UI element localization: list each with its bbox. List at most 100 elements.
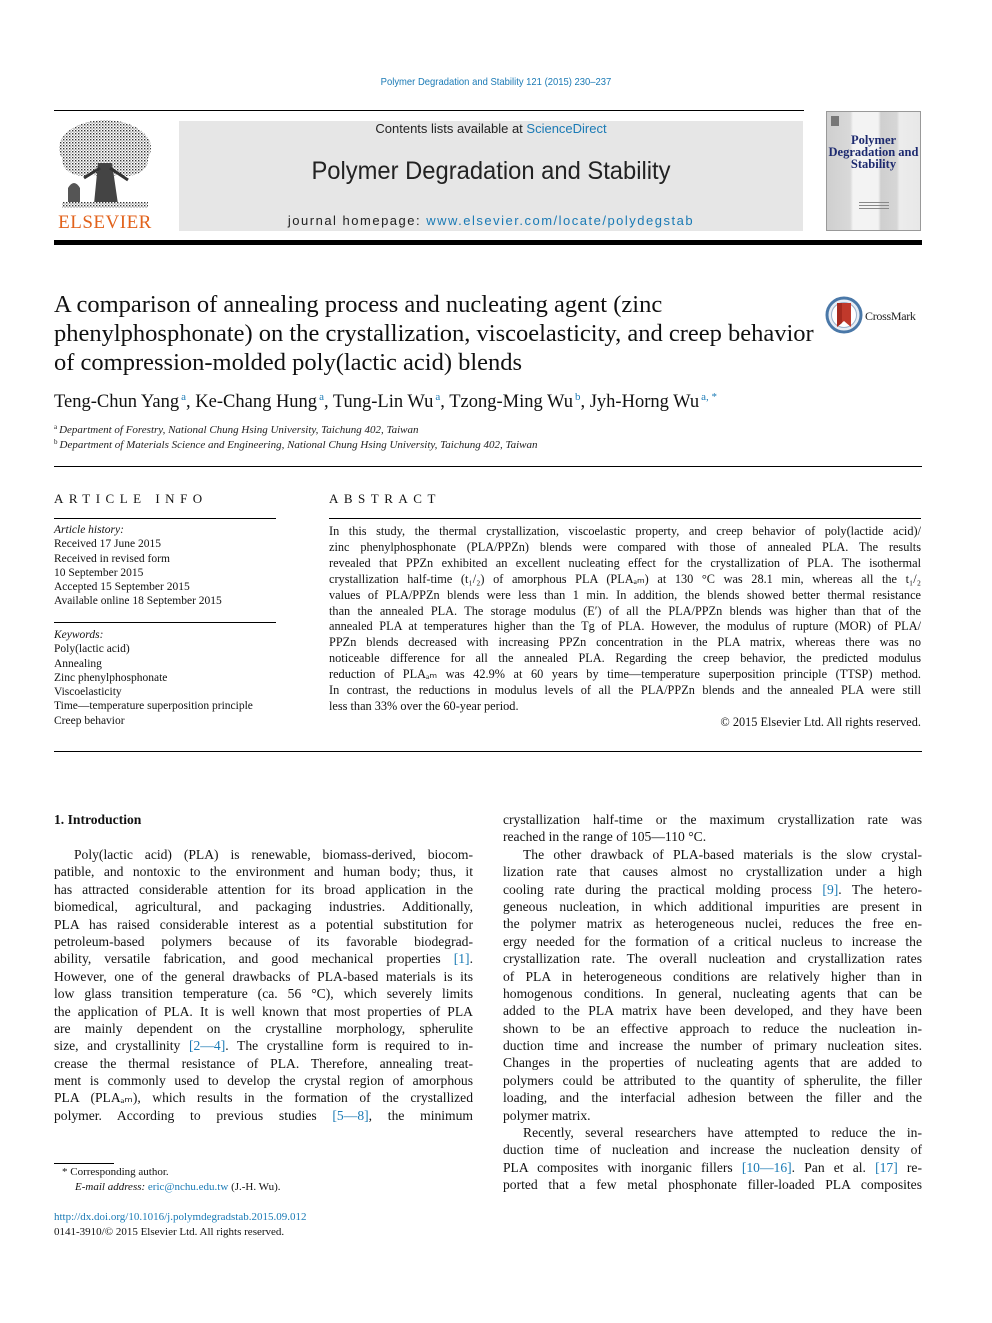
crossmark-label: CrossMark	[865, 309, 916, 323]
body-line: the application of PLA. It is well known…	[54, 1003, 473, 1019]
abstract-line: less than 33% over the 60-year period.	[329, 698, 519, 713]
history-item: 10 September 2015	[54, 566, 144, 579]
author[interactable]: Tzong-Ming Wu b	[449, 391, 581, 412]
header-thick-rule	[54, 240, 922, 245]
abstract-line: In contrast, the reductions in modulus l…	[329, 683, 921, 698]
abstract-body: In this study, the thermal crystallizati…	[329, 524, 921, 715]
crossmark-icon	[825, 296, 863, 334]
author[interactable]: Tung-Lin Wu a	[332, 391, 440, 412]
body-line: duction time of nucleation and increase …	[503, 1142, 922, 1158]
abstract-heading: ABSTRACT	[329, 491, 441, 506]
abstract-line: PPZn blends decreased with increasing PP…	[329, 635, 921, 650]
author-name: Ke-Chang Hung	[195, 392, 318, 412]
doi-link[interactable]: http://dx.doi.org/10.1016/j.polymdegrads…	[54, 1211, 306, 1223]
keywords: Keywords: Poly(lactic acid) Annealing Zi…	[54, 628, 284, 728]
affiliation-rule	[54, 466, 922, 467]
keyword: Poly(lactic acid)	[54, 643, 130, 656]
abstract-end-rule	[54, 751, 922, 752]
body-line: cooling rate during the practical moldin…	[503, 881, 923, 897]
abstract-line: reduction of PLAₐₘ was 42.9% at 60 years…	[329, 667, 921, 682]
history-label: Article history:	[54, 524, 124, 536]
affiliation-marker[interactable]: a	[319, 391, 324, 403]
abstract-line: noticeable difference for all the anneal…	[329, 651, 921, 666]
cover-title: Polymer Degradation and Stability	[828, 133, 919, 171]
affiliation-marker[interactable]: a, *	[701, 391, 717, 403]
elsevier-logo[interactable]: ELSEVIER	[54, 118, 156, 234]
body-line: Changes in the properties of nucleating …	[503, 1055, 922, 1071]
body-line: the polymer matrix as heterogeneous nucl…	[503, 916, 922, 932]
body-line: reached in the range of 105—110 °C.	[503, 829, 707, 845]
keyword: Zinc phenylphosphonate	[54, 671, 168, 684]
affiliation-marker[interactable]: a	[181, 391, 186, 403]
body-line: size, and crystallinity [2—4]. The cryst…	[54, 1038, 473, 1054]
contents-line: Contents lists available at ScienceDirec…	[179, 121, 803, 136]
article-info-rule	[54, 518, 276, 519]
abstract-rule	[329, 518, 921, 519]
body-line: loading, and the interfacial adhesion be…	[503, 1090, 922, 1106]
history-item: Received 17 June 2015	[54, 538, 161, 551]
keyword: Annealing	[54, 657, 102, 670]
citation-link[interactable]: [10—16]	[742, 1160, 792, 1175]
citation-link[interactable]: [17]	[875, 1160, 898, 1175]
body-line: crystallization half-time or the maximum…	[503, 812, 922, 827]
keyword: Creep behavior	[54, 714, 125, 727]
author[interactable]: Jyh-Horng Wu a, *	[589, 391, 717, 412]
author-name: Tung-Lin Wu	[332, 392, 434, 412]
homepage-link[interactable]: www.elsevier.com/locate/polydegstab	[426, 213, 694, 228]
body-line: crease the thermal resistance of PLA. Th…	[54, 1055, 473, 1071]
body-line: PLA has raised considerable interest as …	[54, 916, 473, 932]
body-line: patible, and nontoxic to the environment…	[54, 864, 473, 880]
body-line: ergy needed for the formation of a criti…	[503, 933, 922, 949]
cover-logo-icon	[831, 116, 839, 126]
header-top-rule	[54, 110, 804, 111]
journal-reference[interactable]: Polymer Degradation and Stability 121 (2…	[50, 76, 943, 88]
abstract-line: crystallization half-time (t₁/₂) of amor…	[329, 571, 921, 586]
body-line: geneous nucleation, in which additional …	[503, 898, 922, 914]
homepage-line: journal homepage: www.elsevier.com/locat…	[179, 213, 803, 228]
body-line: homogenous conditions. In general, nucle…	[503, 985, 922, 1001]
footnote-rule	[54, 1163, 114, 1164]
body-line: ported that a few metal phosphonate fill…	[503, 1177, 922, 1193]
abstract-line: zinc phenylphosphonate (PLA/PPZn) blends…	[329, 539, 921, 554]
homepage-prefix: journal homepage:	[287, 213, 427, 228]
history-item: Available online 18 September 2015	[54, 595, 222, 608]
body-line: duction time and increase the number of …	[503, 1038, 922, 1054]
affiliation-marker[interactable]: a	[435, 391, 440, 403]
body-line: lization rate that causes almost no crys…	[503, 864, 922, 880]
crossmark-badge[interactable]: CrossMark	[825, 296, 925, 336]
keyword: Time—temperature superposition principle	[54, 700, 253, 713]
corresponding-author-note: * Corresponding author.	[62, 1166, 169, 1178]
body-line: Poly(lactic acid) (PLA) is renewable, bi…	[74, 847, 473, 862]
abstract-line: values of PLA/PPZn blends were less than…	[329, 587, 921, 602]
article-history: Article history: Received 17 June 2015 R…	[54, 523, 284, 609]
body-line: added to the PLA matrix have been develo…	[503, 1003, 922, 1019]
abstract-copyright: © 2015 Elsevier Ltd. All rights reserved…	[720, 715, 921, 729]
affiliation-key: a	[54, 423, 58, 431]
body-line: ability, versatile fabrication, and good…	[54, 951, 473, 967]
elsevier-tree-icon	[59, 120, 151, 208]
author-name: Jyh-Horng Wu	[589, 392, 700, 412]
author[interactable]: Teng-Chun Yang a	[54, 391, 186, 412]
body-line: shown to be an effective approach to red…	[503, 1020, 922, 1036]
author[interactable]: Ke-Chang Hung a	[195, 391, 324, 412]
body-line: The other drawback of PLA-based material…	[523, 846, 922, 862]
citation-link[interactable]: [9]	[822, 882, 838, 897]
section-heading-introduction: 1. Introduction	[54, 812, 142, 827]
body-column-left: Poly(lactic acid) (PLA) is renewable, bi…	[54, 846, 473, 1124]
citation-link[interactable]: [1]	[454, 951, 470, 966]
author-name: Teng-Chun Yang	[54, 392, 180, 412]
affiliation-marker[interactable]: b	[575, 391, 581, 403]
abstract-line: annealed PLA at temperatures higher than…	[329, 619, 921, 634]
journal-cover-thumbnail[interactable]: Polymer Degradation and Stability	[826, 111, 921, 231]
affiliation-text: Department of Forestry, National Chung H…	[59, 424, 419, 436]
email-link[interactable]: eric@nchu.edu.tw	[148, 1181, 228, 1193]
body-line: low glass transition temperature (ca. 56…	[54, 986, 473, 1002]
sciencedirect-link[interactable]: ScienceDirect	[526, 121, 606, 136]
article-title: A comparison of annealing process and nu…	[54, 291, 814, 376]
citation-link[interactable]: [2—4]	[189, 1038, 225, 1053]
abstract-line: revealed that PPZn exhibited an excellen…	[329, 555, 921, 570]
citation-link[interactable]: [5—8]	[332, 1108, 368, 1123]
keywords-label: Keywords:	[54, 629, 104, 641]
contents-prefix: Contents lists available at	[375, 121, 527, 136]
body-line: Recently, several researchers have attem…	[523, 1125, 922, 1141]
